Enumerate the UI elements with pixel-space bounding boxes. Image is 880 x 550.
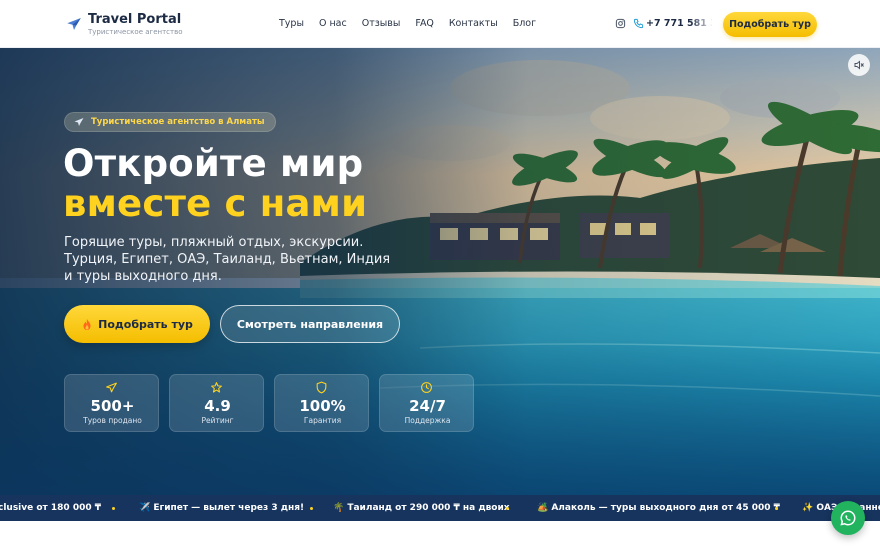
location-badge: Туристическое агентство в Алматы	[64, 112, 276, 132]
phone-icon	[633, 18, 644, 29]
nav-item-tours[interactable]: Туры	[279, 18, 304, 29]
fire-icon	[83, 318, 91, 330]
clock-icon	[421, 382, 432, 393]
stat-label: Поддержка	[404, 416, 451, 425]
ticker-separator	[506, 507, 509, 510]
ticker-item: 🌴 Таиланд от 290 000 ₸ на двоих	[333, 503, 510, 513]
logo-title[interactable]: Travel Portal	[88, 12, 181, 27]
stat-card-tours: 500+ Туров продано	[64, 374, 159, 432]
hero-section: Туристическое агентство в Алматы Откройт…	[0, 48, 880, 495]
whatsapp-button[interactable]	[831, 501, 865, 535]
stat-value: 100%	[299, 397, 346, 415]
hero-lead-text: Горящие туры, пляжный отдых, экскурсии. …	[64, 235, 391, 284]
ticker-separator	[112, 507, 115, 510]
view-destinations-button[interactable]: Смотреть направления	[220, 305, 400, 343]
nav-item-contacts[interactable]: Контакты	[449, 18, 498, 29]
ticker-item: 🏕️ Алаколь — туры выходного дня от 45 00…	[537, 503, 780, 513]
instagram-icon[interactable]	[615, 18, 626, 29]
whatsapp-icon	[840, 510, 856, 526]
star-icon	[211, 382, 222, 393]
header-pick-tour-button[interactable]: Подобрать тур	[723, 12, 817, 37]
badge-text: Туристическое агентство в Алматы	[91, 117, 265, 127]
pick-tour-button-label: Подобрать тур	[98, 317, 193, 331]
stat-value: 500+	[90, 397, 135, 415]
stat-label: Гарантия	[303, 416, 342, 425]
volume-off-icon	[854, 60, 864, 70]
stat-card-guarantee: 100% Гарантия	[274, 374, 369, 432]
ticker-item: ✈️ Египет — вылет через 3 дня!	[139, 503, 305, 513]
plane-icon	[67, 18, 81, 30]
plane-icon	[106, 382, 117, 393]
hero-title-line1: Откройте мир	[63, 142, 364, 185]
stat-value: 4.9	[204, 397, 231, 415]
site-header: Travel Portal Туристическое агентство Ту…	[0, 0, 880, 48]
logo-subtitle: Туристическое агентство	[88, 28, 183, 36]
nav-item-reviews[interactable]: Отзывы	[362, 18, 401, 29]
nav-item-about[interactable]: О нас	[319, 18, 347, 29]
mute-button[interactable]	[848, 54, 870, 76]
ticker-separator	[310, 507, 313, 510]
stat-card-support: 24/7 Поддержка	[379, 374, 474, 432]
page: Travel Portal Туристическое агентство Ту…	[0, 0, 880, 550]
shield-icon	[316, 381, 327, 394]
nav-item-blog[interactable]: Блог	[513, 18, 536, 29]
stat-label: Туров продано	[83, 416, 142, 425]
pick-tour-button[interactable]: Подобрать тур	[64, 305, 210, 343]
phone-fade	[690, 14, 714, 34]
ticker-separator	[775, 507, 778, 510]
hero-title-line2: вместе с нами	[63, 182, 368, 225]
main-nav: Туры О нас Отзывы FAQ Контакты Блог	[279, 18, 536, 29]
stat-label: Рейтинг	[201, 416, 234, 425]
stat-value: 24/7	[409, 397, 446, 415]
ticker-item: clusive от 180 000 ₸	[0, 503, 102, 513]
promo-ticker: clusive от 180 000 ₸ ✈️ Египет — вылет ч…	[0, 495, 880, 521]
stat-card-rating: 4.9 Рейтинг	[169, 374, 264, 432]
plane-icon	[74, 118, 84, 126]
nav-item-faq[interactable]: FAQ	[415, 18, 433, 29]
